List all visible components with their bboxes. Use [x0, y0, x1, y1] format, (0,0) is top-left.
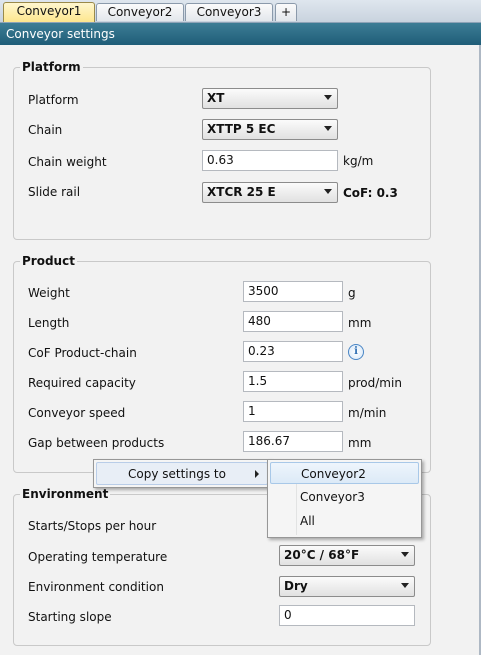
length-label: Length	[28, 316, 70, 330]
environment-condition-select[interactable]: Dry	[279, 576, 415, 597]
info-icon[interactable]: i	[348, 344, 364, 360]
slide-rail-select-value: XTCR 25 E	[207, 185, 276, 199]
environment-condition-value: Dry	[284, 579, 308, 593]
environment-condition-label: Environment condition	[28, 580, 164, 594]
tab-conveyor1[interactable]: Conveyor1	[3, 2, 95, 22]
environment-group-title: Environment	[20, 487, 111, 501]
submenu-item-all[interactable]: All	[270, 510, 419, 532]
required-capacity-unit: prod/min	[348, 376, 402, 390]
platform-select[interactable]: XT	[202, 88, 338, 109]
submenu-item-conveyor2[interactable]: Conveyor2	[270, 462, 419, 484]
chevron-down-icon	[324, 189, 332, 194]
tab-conveyor3[interactable]: Conveyor3	[185, 3, 273, 21]
weight-field[interactable]: 3500	[243, 281, 343, 302]
platform-select-value: XT	[207, 91, 225, 105]
slide-rail-select[interactable]: XTCR 25 E	[202, 182, 338, 203]
required-capacity-label: Required capacity	[28, 376, 136, 390]
length-field[interactable]: 480	[243, 311, 343, 332]
weight-unit: g	[348, 286, 356, 300]
starts-stops-label: Starts/Stops per hour	[28, 519, 157, 533]
copy-settings-to-label: Copy settings to	[128, 467, 226, 481]
submenu-item-label: Conveyor2	[301, 467, 366, 481]
chevron-down-icon	[324, 95, 332, 100]
conveyor-speed-label: Conveyor speed	[28, 406, 126, 420]
platform-group-title: Platform	[20, 60, 83, 74]
tab-conveyor2[interactable]: Conveyor2	[96, 3, 184, 21]
chain-weight-field[interactable]: 0.63	[202, 150, 338, 171]
chain-weight-label: Chain weight	[28, 155, 107, 169]
chevron-down-icon	[324, 126, 332, 131]
cof-text: CoF: 0.3	[343, 186, 398, 200]
chain-label: Chain	[28, 123, 63, 137]
chevron-down-icon	[401, 552, 409, 557]
tab-strip: Conveyor1 Conveyor2 Conveyor3 +	[0, 0, 481, 23]
operating-temperature-label: Operating temperature	[28, 550, 168, 564]
gap-between-products-label: Gap between products	[28, 436, 165, 450]
submenu-item-conveyor3[interactable]: Conveyor3	[270, 486, 419, 508]
operating-temperature-value: 20°C / 68°F	[284, 548, 360, 562]
copy-settings-submenu: Conveyor2 Conveyor3 All	[267, 459, 422, 538]
submenu-item-label: Conveyor3	[300, 490, 365, 504]
submenu-item-label: All	[300, 514, 315, 528]
chain-weight-unit: kg/m	[343, 154, 374, 168]
cof-product-chain-field[interactable]: 0.23	[243, 341, 343, 362]
operating-temperature-select[interactable]: 20°C / 68°F	[279, 545, 415, 566]
starting-slope-label: Starting slope	[28, 610, 112, 624]
length-unit: mm	[348, 316, 372, 330]
window-title: Conveyor settings	[0, 23, 481, 45]
slide-rail-label: Slide rail	[28, 185, 81, 199]
copy-settings-to-menu-item[interactable]: Copy settings to	[96, 462, 268, 485]
product-group-title: Product	[20, 254, 77, 268]
chain-select-value: XTTP 5 EC	[207, 122, 276, 136]
weight-label: Weight	[28, 286, 70, 300]
add-tab-button[interactable]: +	[275, 3, 297, 21]
conveyor-speed-field[interactable]: 1	[243, 401, 343, 422]
cof-product-chain-label: CoF Product-chain	[28, 346, 137, 360]
chevron-down-icon	[401, 583, 409, 588]
required-capacity-field[interactable]: 1.5	[243, 371, 343, 392]
gap-between-products-unit: mm	[348, 436, 372, 450]
conveyor-speed-unit: m/min	[348, 406, 387, 420]
starting-slope-field[interactable]: 0	[279, 605, 415, 626]
chevron-right-icon	[255, 470, 259, 478]
platform-label: Platform	[28, 93, 79, 107]
chain-select[interactable]: XTTP 5 EC	[202, 119, 338, 140]
gap-between-products-field[interactable]: 186.67	[243, 431, 343, 452]
context-menu: Copy settings to	[93, 459, 271, 488]
